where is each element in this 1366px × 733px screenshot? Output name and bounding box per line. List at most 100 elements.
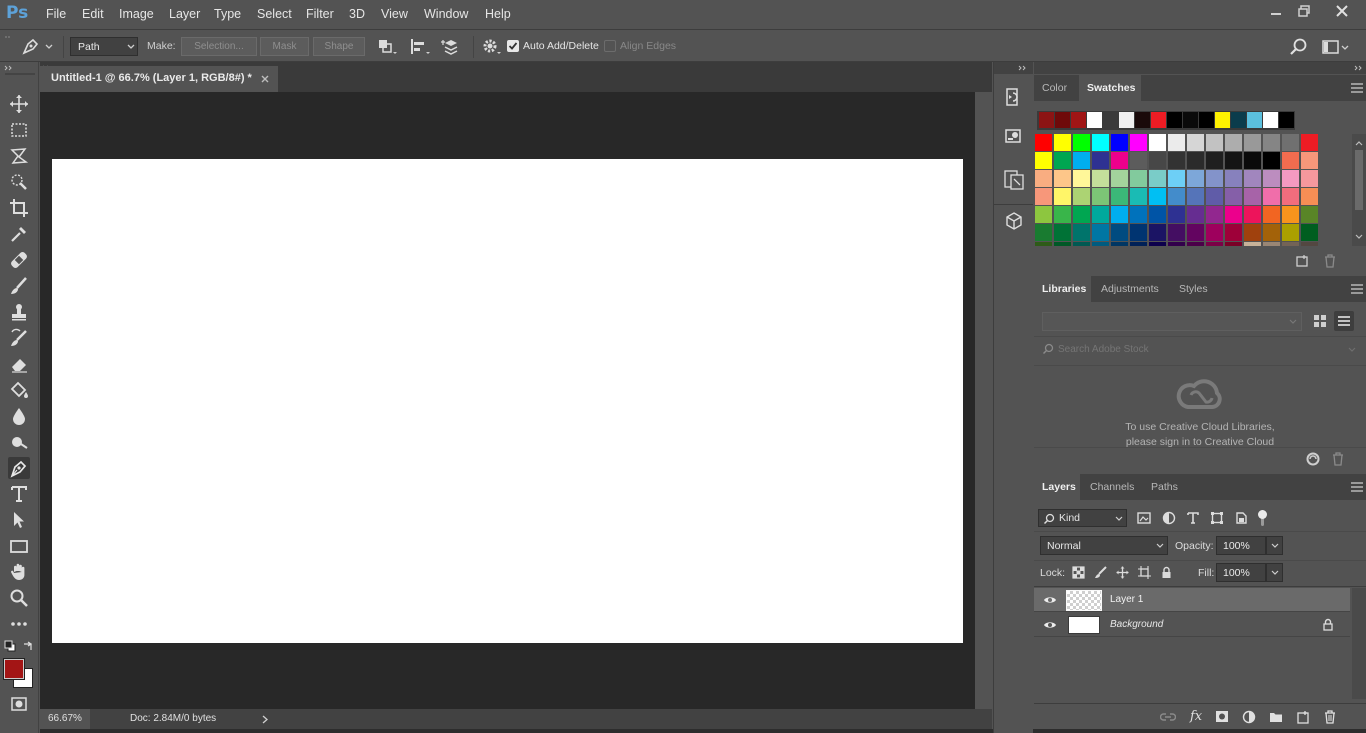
swatch[interactable] — [1225, 134, 1242, 151]
swatch[interactable] — [1263, 224, 1280, 241]
swatch[interactable] — [1054, 188, 1071, 205]
tab-libraries[interactable]: Libraries — [1034, 276, 1091, 302]
swatch[interactable] — [1149, 134, 1166, 151]
lock-transparent-icon[interactable] — [1072, 566, 1085, 579]
swatch[interactable] — [1111, 206, 1128, 223]
swatch[interactable] — [1092, 152, 1109, 169]
menu-file[interactable]: File — [46, 7, 66, 21]
chevron-down-icon[interactable] — [1355, 234, 1363, 240]
3d-panel-button[interactable] — [1003, 210, 1025, 232]
swatch[interactable] — [1111, 224, 1128, 241]
swatch[interactable] — [1263, 134, 1280, 151]
swatch[interactable] — [1282, 206, 1299, 223]
path-alignment-button[interactable] — [408, 37, 432, 57]
hand-tool[interactable] — [8, 561, 30, 583]
tab-styles[interactable]: Styles — [1171, 276, 1216, 302]
swatch[interactable] — [1263, 152, 1280, 169]
swatches-scrollbar[interactable] — [1352, 134, 1366, 246]
recent-swatch[interactable] — [1135, 112, 1150, 128]
swatch[interactable] — [1206, 134, 1223, 151]
eraser-tool[interactable] — [8, 353, 30, 375]
swatch[interactable] — [1054, 224, 1071, 241]
align-edges-checkbox[interactable] — [604, 40, 616, 52]
swatch[interactable] — [1035, 188, 1052, 205]
swatch[interactable] — [1187, 224, 1204, 241]
swatch[interactable] — [1111, 152, 1128, 169]
make-shape-button[interactable]: Shape — [313, 37, 365, 56]
recent-swatch[interactable] — [1103, 112, 1118, 128]
clone-stamp-tool[interactable] — [8, 301, 30, 323]
lock-all-icon[interactable] — [1160, 566, 1173, 579]
panel-menu-icon[interactable] — [1350, 284, 1364, 294]
document-canvas[interactable] — [52, 159, 963, 643]
swatch[interactable] — [1092, 134, 1109, 151]
swatch[interactable] — [1301, 242, 1318, 246]
swatch[interactable] — [1035, 134, 1052, 151]
swatch[interactable] — [1092, 224, 1109, 241]
library-select[interactable] — [1042, 312, 1302, 331]
swatch[interactable] — [1035, 152, 1052, 169]
menu-help[interactable]: Help — [485, 7, 511, 21]
swatch[interactable] — [1301, 134, 1318, 151]
collapse-icon[interactable] — [1018, 65, 1028, 71]
swatch[interactable] — [1092, 242, 1109, 246]
menu-3d[interactable]: 3D — [349, 7, 365, 21]
swatch[interactable] — [1149, 152, 1166, 169]
history-brush-tool[interactable] — [8, 327, 30, 349]
creative-cloud-sync-icon[interactable] — [1304, 452, 1324, 466]
pen-tool[interactable] — [8, 457, 30, 479]
adjustment-layer-filter-icon[interactable] — [1162, 511, 1176, 525]
swatch[interactable] — [1130, 152, 1147, 169]
character-panel-button[interactable] — [1003, 169, 1025, 191]
swatch[interactable] — [1244, 152, 1261, 169]
trash-icon[interactable] — [1323, 710, 1337, 724]
swap-colors-button[interactable] — [22, 640, 34, 652]
swatch[interactable] — [1054, 170, 1071, 187]
swatch[interactable] — [1111, 134, 1128, 151]
swatch[interactable] — [1244, 242, 1261, 246]
shape-layer-filter-icon[interactable] — [1210, 511, 1224, 525]
swatch[interactable] — [1282, 170, 1299, 187]
swatch[interactable] — [1301, 206, 1318, 223]
menu-edit[interactable]: Edit — [82, 7, 104, 21]
tool-preset-picker[interactable] — [20, 37, 56, 57]
vertical-scrollbar[interactable] — [975, 92, 992, 709]
swatch[interactable] — [1168, 188, 1185, 205]
eyedropper-tool[interactable] — [8, 223, 30, 245]
trash-icon[interactable] — [1323, 254, 1337, 268]
swatch[interactable] — [1244, 206, 1261, 223]
stock-search-input[interactable] — [1058, 341, 1328, 357]
swatch[interactable] — [1301, 224, 1318, 241]
make-mask-button[interactable]: Mask — [260, 37, 309, 56]
dodge-tool[interactable] — [8, 431, 30, 453]
swatch[interactable] — [1225, 224, 1242, 241]
tab-swatches[interactable]: Swatches — [1079, 75, 1141, 101]
swatch[interactable] — [1054, 242, 1071, 246]
tab-adjustments[interactable]: Adjustments — [1093, 276, 1167, 302]
path-operations-button[interactable] — [376, 37, 398, 57]
swatch[interactable] — [1073, 188, 1090, 205]
swatch[interactable] — [1187, 134, 1204, 151]
swatch[interactable] — [1149, 206, 1166, 223]
swatch[interactable] — [1168, 152, 1185, 169]
swatch[interactable] — [1073, 242, 1090, 246]
swatch[interactable] — [1206, 224, 1223, 241]
type-tool[interactable] — [8, 483, 30, 505]
default-colors-button[interactable] — [4, 640, 16, 652]
blend-mode-select[interactable]: Normal — [1040, 536, 1168, 555]
recent-swatch[interactable] — [1215, 112, 1230, 128]
menu-view[interactable]: View — [381, 7, 408, 21]
filter-toggle[interactable] — [1258, 510, 1267, 526]
swatch[interactable] — [1073, 170, 1090, 187]
brush-tool[interactable] — [8, 275, 30, 297]
recent-swatch[interactable] — [1071, 112, 1086, 128]
swatch[interactable] — [1149, 242, 1166, 246]
swatch[interactable] — [1225, 170, 1242, 187]
grid-view-icon[interactable] — [1312, 313, 1328, 329]
swatch[interactable] — [1111, 242, 1128, 246]
swatch[interactable] — [1130, 224, 1147, 241]
swatch[interactable] — [1111, 188, 1128, 205]
swatch[interactable] — [1073, 134, 1090, 151]
menu-filter[interactable]: Filter — [306, 7, 334, 21]
minimize-button[interactable] — [1262, 2, 1290, 20]
